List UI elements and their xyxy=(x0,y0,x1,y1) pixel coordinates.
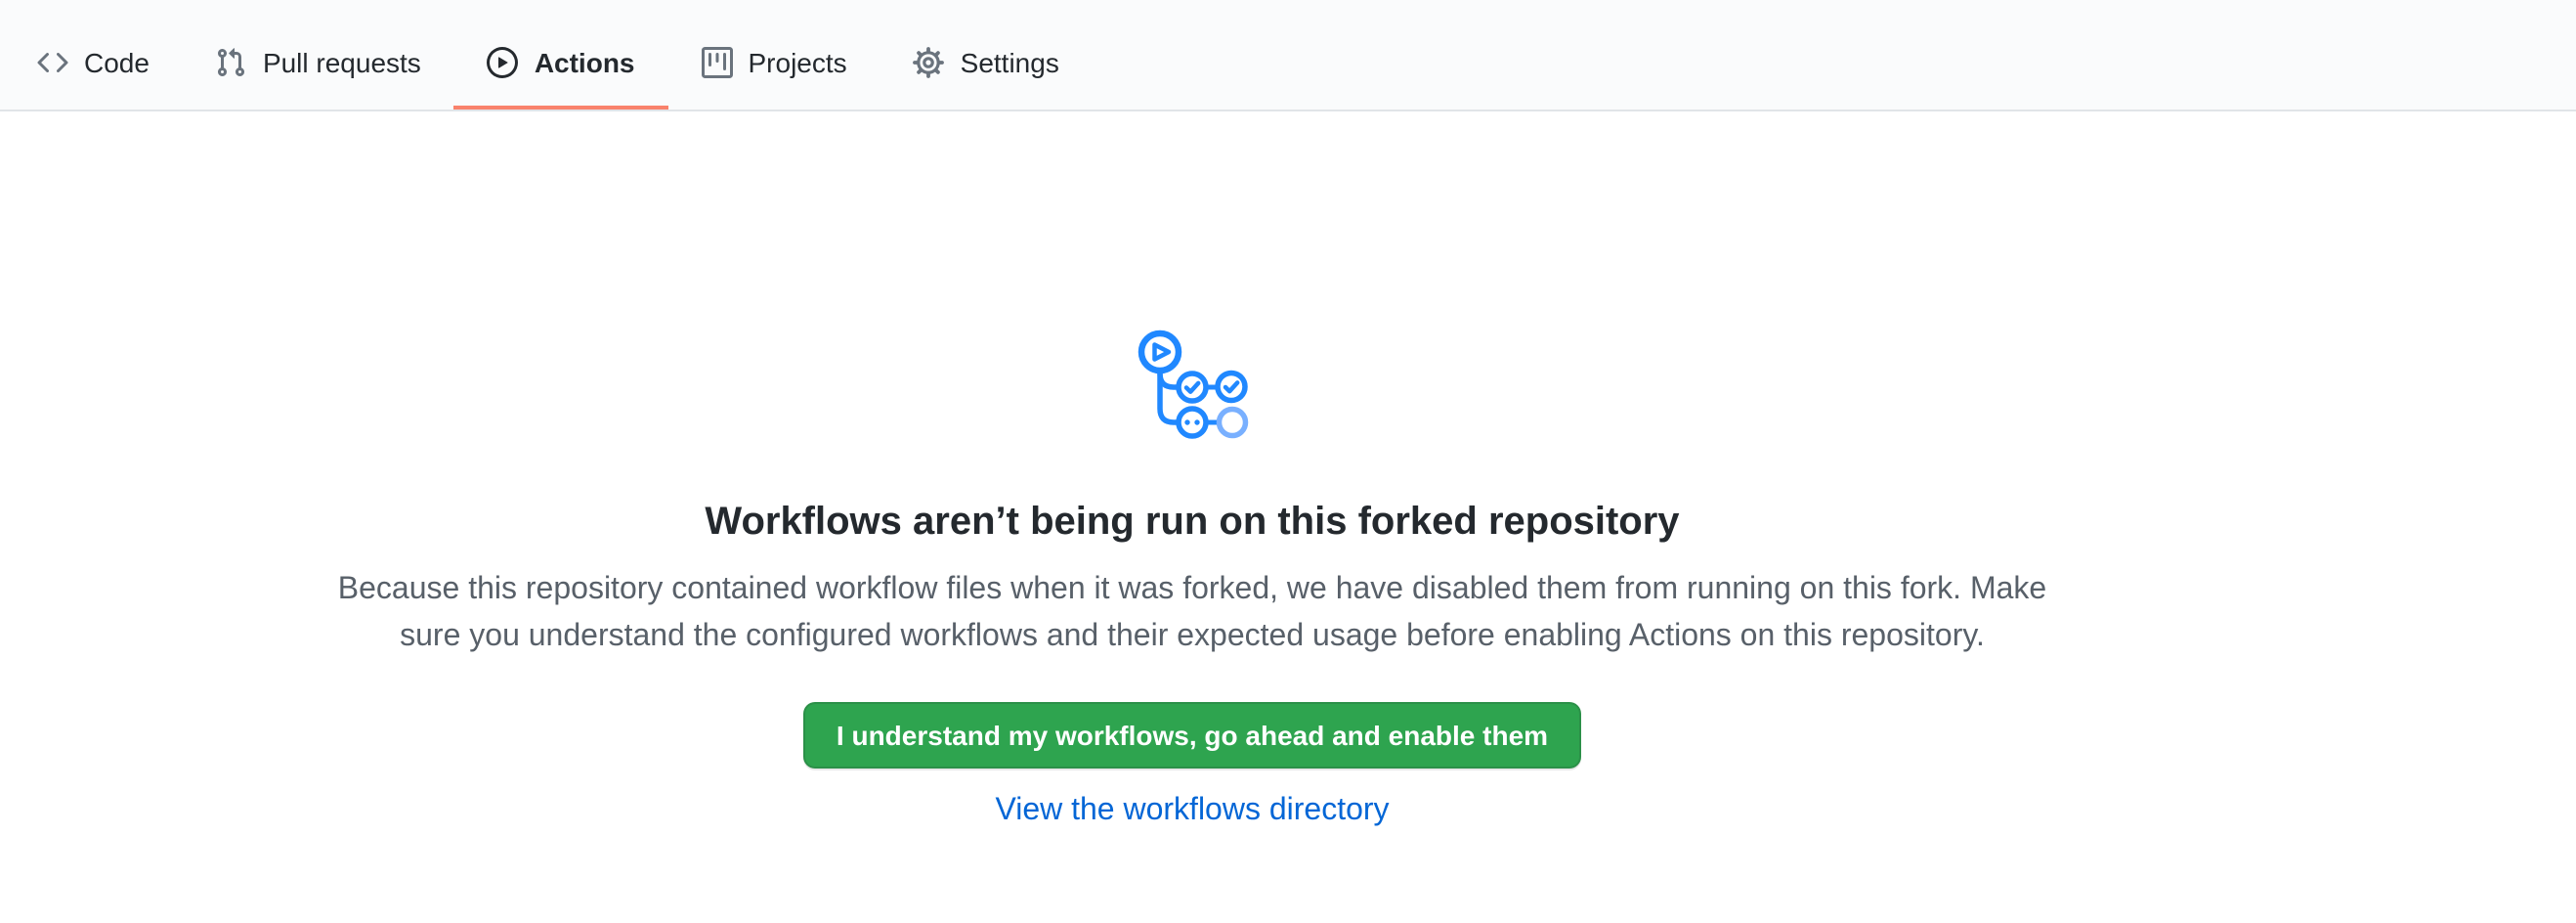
description-line-2: sure you understand the configured workf… xyxy=(0,614,2384,661)
page-title: Workflows aren’t being run on this forke… xyxy=(0,493,2384,551)
repo-nav: Code Pull requests Actions xyxy=(0,0,2576,111)
description-line-1: Because this repository contained workfl… xyxy=(0,567,2384,614)
code-icon xyxy=(37,46,68,77)
tab-actions[interactable]: Actions xyxy=(454,0,668,110)
description-text: Because this repository contained workfl… xyxy=(0,567,2384,661)
enable-workflows-button[interactable]: I understand my workflows, go ahead and … xyxy=(803,702,1581,769)
project-icon xyxy=(702,46,733,77)
tab-label: Actions xyxy=(535,46,635,77)
tab-label: Settings xyxy=(961,46,1059,77)
play-icon xyxy=(488,46,519,77)
tab-settings[interactable]: Settings xyxy=(880,0,1093,110)
git-pull-request-icon xyxy=(216,46,247,77)
view-workflows-directory-link[interactable]: View the workflows directory xyxy=(995,794,1389,827)
tab-label: Pull requests xyxy=(263,46,421,77)
actions-disabled-notice: Workflows aren’t being run on this forke… xyxy=(0,111,2576,835)
tab-label: Code xyxy=(84,46,150,77)
tab-code[interactable]: Code xyxy=(4,0,183,110)
workflow-graphic-icon xyxy=(1135,325,1250,444)
tab-label: Projects xyxy=(749,46,847,77)
gear-icon xyxy=(914,46,945,77)
tab-projects[interactable]: Projects xyxy=(668,0,880,110)
page: Code Pull requests Actions xyxy=(0,0,2576,923)
link-row: View the workflows directory xyxy=(0,788,2384,835)
tab-pull-requests[interactable]: Pull requests xyxy=(183,0,454,110)
blankslate: Workflows aren’t being run on this forke… xyxy=(0,111,2384,835)
